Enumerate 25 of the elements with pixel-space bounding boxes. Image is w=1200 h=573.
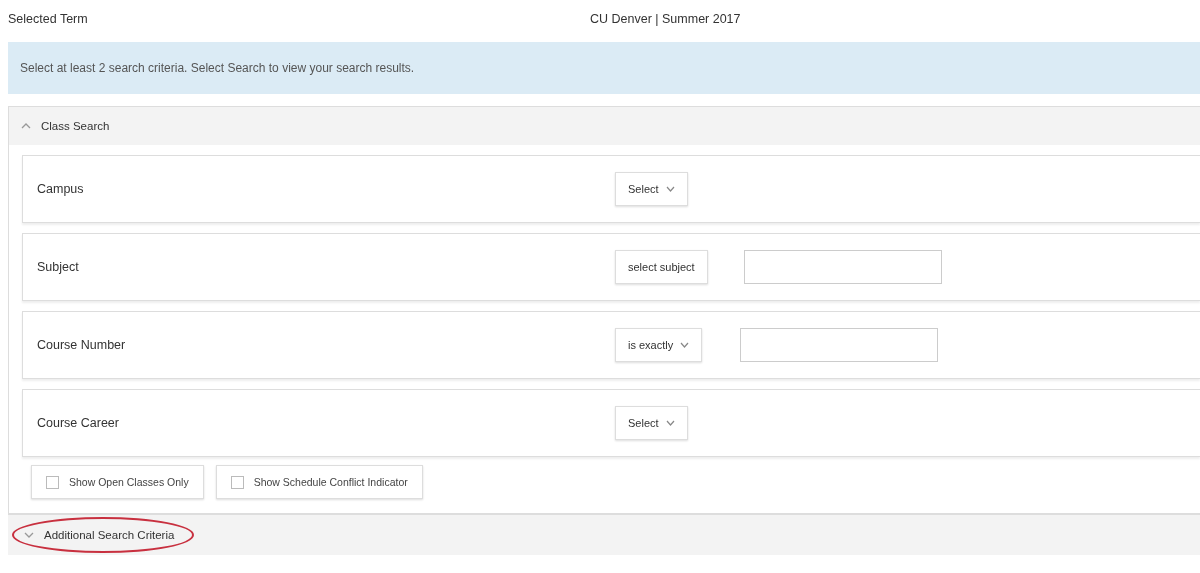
- field-label: Subject: [36, 260, 80, 274]
- section-header[interactable]: Additional Search Criteria: [12, 517, 195, 553]
- term-value: CU Denver | Summer 2017: [590, 12, 741, 26]
- checkbox-button[interactable]: Show Open Classes Only: [31, 465, 204, 499]
- input-field[interactable]: [740, 328, 939, 362]
- term-label: Selected Term: [8, 12, 89, 26]
- chevron-icon: [680, 342, 690, 348]
- caret-icon: [24, 531, 34, 539]
- section-title: Class Search: [41, 120, 110, 132]
- select-dropdown[interactable]: Select: [615, 406, 688, 440]
- field-label: Course Number: [36, 338, 127, 352]
- checkbox[interactable]: [230, 475, 244, 489]
- operator-dropdown[interactable]: is exactly: [615, 328, 703, 362]
- chevron-icon: [665, 186, 675, 192]
- select-dropdown[interactable]: Select: [615, 172, 688, 206]
- field-label: Course Career: [36, 416, 120, 430]
- checkbox[interactable]: [46, 475, 59, 489]
- select-subject-button[interactable]: select subject: [615, 250, 708, 284]
- caret-icon: [21, 122, 31, 130]
- field-label: Campus: [36, 182, 85, 196]
- checkbox-button[interactable]: Show Schedule Conflict Indicator: [215, 465, 423, 499]
- info-banner: Select at least 2 search criteria. Select Search to view your search results.: [8, 42, 1200, 94]
- chevron-icon: [665, 420, 675, 426]
- section-header[interactable]: Class Search: [9, 107, 1200, 145]
- input-field[interactable]: [743, 250, 942, 284]
